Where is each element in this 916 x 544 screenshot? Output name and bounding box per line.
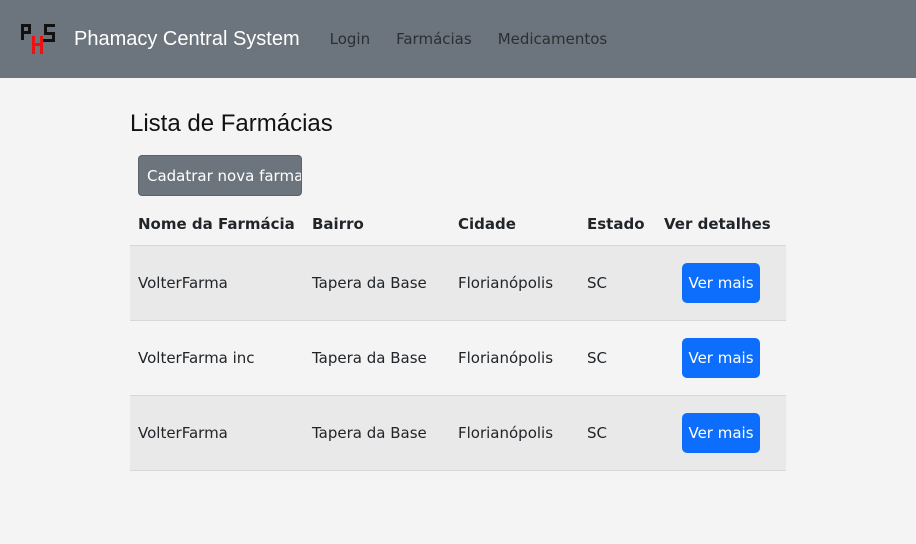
- ver-mais-button[interactable]: Ver mais: [682, 337, 760, 378]
- cell-name: VolterFarma: [130, 395, 304, 471]
- brand-title[interactable]: Phamacy Central System: [74, 28, 300, 51]
- cell-details: Ver mais: [656, 320, 786, 396]
- nav-link-login[interactable]: Login: [330, 30, 370, 48]
- cell-details: Ver mais: [656, 245, 786, 321]
- header-cidade: Cidade: [450, 204, 579, 246]
- cell-name: VolterFarma: [130, 245, 304, 321]
- header-bairro: Bairro: [304, 204, 450, 246]
- main-content: Lista de Farmácias Cadatrar nova farmaci…: [130, 78, 786, 471]
- table-header-row: Nome da Farmácia Bairro Cidade Estado Ve…: [130, 204, 786, 246]
- cell-estado: SC: [579, 245, 656, 321]
- cell-cidade: Florianópolis: [450, 320, 579, 396]
- header-details: Ver detalhes: [656, 204, 786, 246]
- phs-logo-icon[interactable]: [20, 22, 56, 56]
- table-row: VolterFarma inc Tapera da Base Florianóp…: [130, 320, 786, 396]
- cell-details: Ver mais: [656, 395, 786, 471]
- page-title: Lista de Farmácias: [130, 110, 333, 137]
- new-pharmacy-button[interactable]: Cadatrar nova farmacia: [138, 155, 302, 196]
- cell-estado: SC: [579, 395, 656, 471]
- navbar: Phamacy Central System Login Farmácias M…: [0, 0, 916, 78]
- table-row: VolterFarma Tapera da Base Florianópolis…: [130, 395, 786, 471]
- cell-bairro: Tapera da Base: [304, 395, 450, 471]
- ver-mais-button[interactable]: Ver mais: [682, 262, 760, 303]
- ver-mais-button[interactable]: Ver mais: [682, 412, 760, 453]
- cell-bairro: Tapera da Base: [304, 320, 450, 396]
- cell-bairro: Tapera da Base: [304, 245, 450, 321]
- nav-link-farmacias[interactable]: Farmácias: [396, 30, 472, 48]
- cell-name: VolterFarma inc: [130, 320, 304, 396]
- cell-cidade: Florianópolis: [450, 245, 579, 321]
- header-estado: Estado: [579, 204, 656, 246]
- nav-link-medicamentos[interactable]: Medicamentos: [498, 30, 608, 48]
- header-name: Nome da Farmácia: [130, 204, 304, 246]
- table-row: VolterFarma Tapera da Base Florianópolis…: [130, 245, 786, 321]
- cell-cidade: Florianópolis: [450, 395, 579, 471]
- pharmacy-table: Nome da Farmácia Bairro Cidade Estado Ve…: [130, 204, 786, 471]
- cell-estado: SC: [579, 320, 656, 396]
